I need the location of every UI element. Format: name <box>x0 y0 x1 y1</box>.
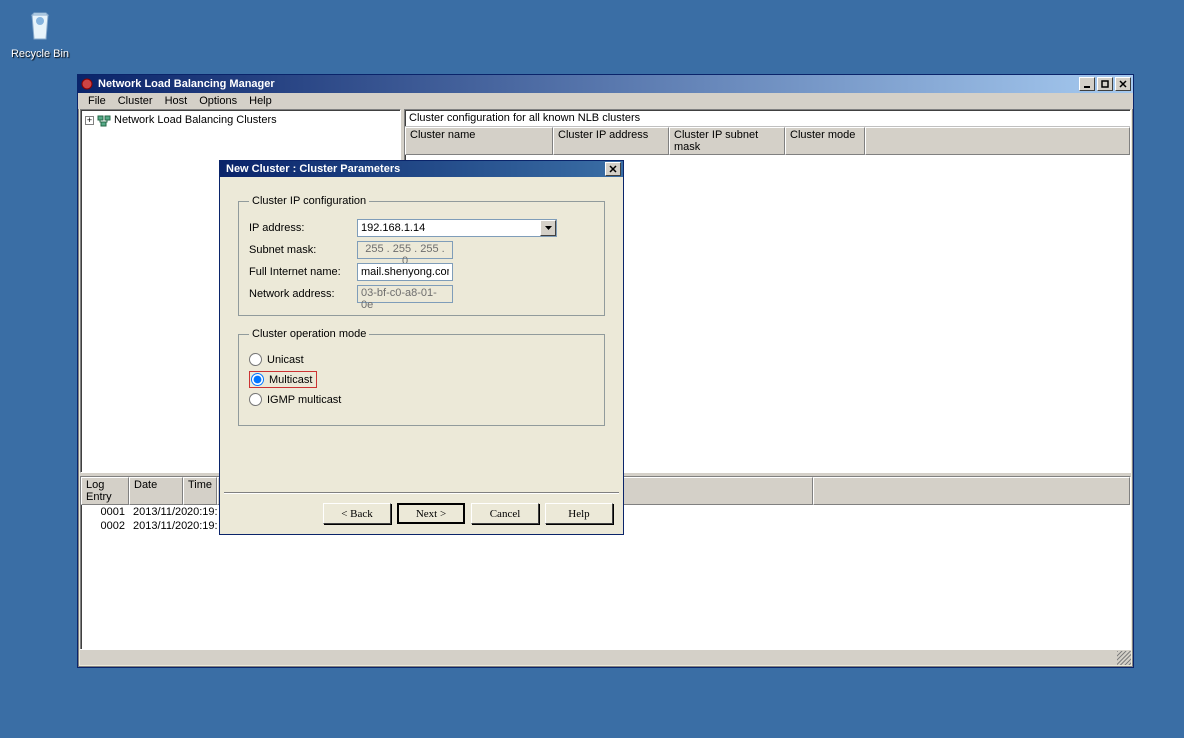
radio-multicast[interactable] <box>251 373 264 386</box>
menu-file[interactable]: File <box>82 95 112 107</box>
col-log-entry[interactable]: Log Entry <box>81 477 129 505</box>
new-cluster-dialog: New Cluster : Cluster Parameters Cluster… <box>219 160 624 535</box>
menu-help[interactable]: Help <box>243 95 278 107</box>
menu-options[interactable]: Options <box>193 95 243 107</box>
recycle-bin-label: Recycle Bin <box>5 48 75 60</box>
help-button[interactable]: Help <box>545 503 613 524</box>
col-cluster-mask[interactable]: Cluster IP subnet mask <box>669 127 785 155</box>
col-log-date[interactable]: Date <box>129 477 183 505</box>
label-name: Full Internet name: <box>249 266 357 278</box>
main-titlebar: Network Load Balancing Manager <box>78 75 1133 93</box>
radio-igmp[interactable] <box>249 393 262 406</box>
dialog-close-button[interactable] <box>605 162 621 176</box>
col-cluster-mode[interactable]: Cluster mode <box>785 127 865 155</box>
label-multicast: Multicast <box>269 374 312 386</box>
operation-mode-fieldset: Cluster operation mode Unicast Multicast… <box>238 328 605 426</box>
col-log-time[interactable]: Time <box>183 477 217 505</box>
close-button[interactable] <box>1115 77 1131 91</box>
label-unicast: Unicast <box>267 354 304 366</box>
dropdown-icon[interactable] <box>540 220 556 236</box>
menu-bar: File Cluster Host Options Help <box>78 93 1133 109</box>
clusters-icon <box>97 113 111 127</box>
window-title: Network Load Balancing Manager <box>98 78 1079 90</box>
tree-expand-icon[interactable]: + <box>85 116 94 125</box>
menu-host[interactable]: Host <box>159 95 194 107</box>
ip-config-legend: Cluster IP configuration <box>249 195 369 207</box>
label-igmp: IGMP multicast <box>267 394 341 406</box>
desktop-icon-recycle-bin[interactable]: Recycle Bin <box>5 5 75 60</box>
multicast-highlight: Multicast <box>249 371 317 388</box>
full-internet-name-field[interactable] <box>357 263 453 281</box>
cancel-button[interactable]: Cancel <box>471 503 539 524</box>
app-icon <box>80 77 94 91</box>
separator <box>224 492 619 494</box>
ip-address-value: 192.168.1.14 <box>358 221 540 235</box>
label-mask: Subnet mask: <box>249 244 357 256</box>
tree-root-label: Network Load Balancing Clusters <box>114 114 277 126</box>
col-cluster-name[interactable]: Cluster name <box>405 127 553 155</box>
log-date: 2013/11/20 <box>129 519 183 533</box>
tree-root-row[interactable]: + Network Load Balancing Clusters <box>83 112 398 128</box>
radio-unicast[interactable] <box>249 353 262 366</box>
label-ip: IP address: <box>249 222 357 234</box>
subnet-mask-field: 255 . 255 . 255 . 0 <box>357 241 453 259</box>
recycle-bin-icon <box>20 5 60 45</box>
col-cluster-ip[interactable]: Cluster IP address <box>553 127 669 155</box>
next-button[interactable]: Next > <box>397 503 465 524</box>
list-header-text: Cluster configuration for all known NLB … <box>405 110 1130 127</box>
log-entry: 0001 <box>81 505 129 519</box>
dialog-titlebar: New Cluster : Cluster Parameters <box>220 161 623 177</box>
resize-grip-icon[interactable] <box>1117 651 1131 665</box>
ip-config-fieldset: Cluster IP configuration IP address: 192… <box>238 195 605 316</box>
log-time: 20:19: <box>183 519 217 533</box>
dialog-title: New Cluster : Cluster Parameters <box>222 163 605 175</box>
log-entry: 0002 <box>81 519 129 533</box>
col-spacer <box>865 127 1130 155</box>
back-button[interactable]: < Back <box>323 503 391 524</box>
log-date: 2013/11/20 <box>129 505 183 519</box>
status-bar <box>80 649 1131 665</box>
log-time: 20:19: <box>183 505 217 519</box>
network-address-field: 03-bf-c0-a8-01-0e <box>357 285 453 303</box>
ip-address-combo[interactable]: 192.168.1.14 <box>357 219 557 237</box>
minimize-button[interactable] <box>1079 77 1095 91</box>
op-mode-legend: Cluster operation mode <box>249 328 369 340</box>
maximize-button[interactable] <box>1097 77 1113 91</box>
col-log-rest2[interactable] <box>813 477 1130 505</box>
menu-cluster[interactable]: Cluster <box>112 95 159 107</box>
label-netaddr: Network address: <box>249 288 357 300</box>
